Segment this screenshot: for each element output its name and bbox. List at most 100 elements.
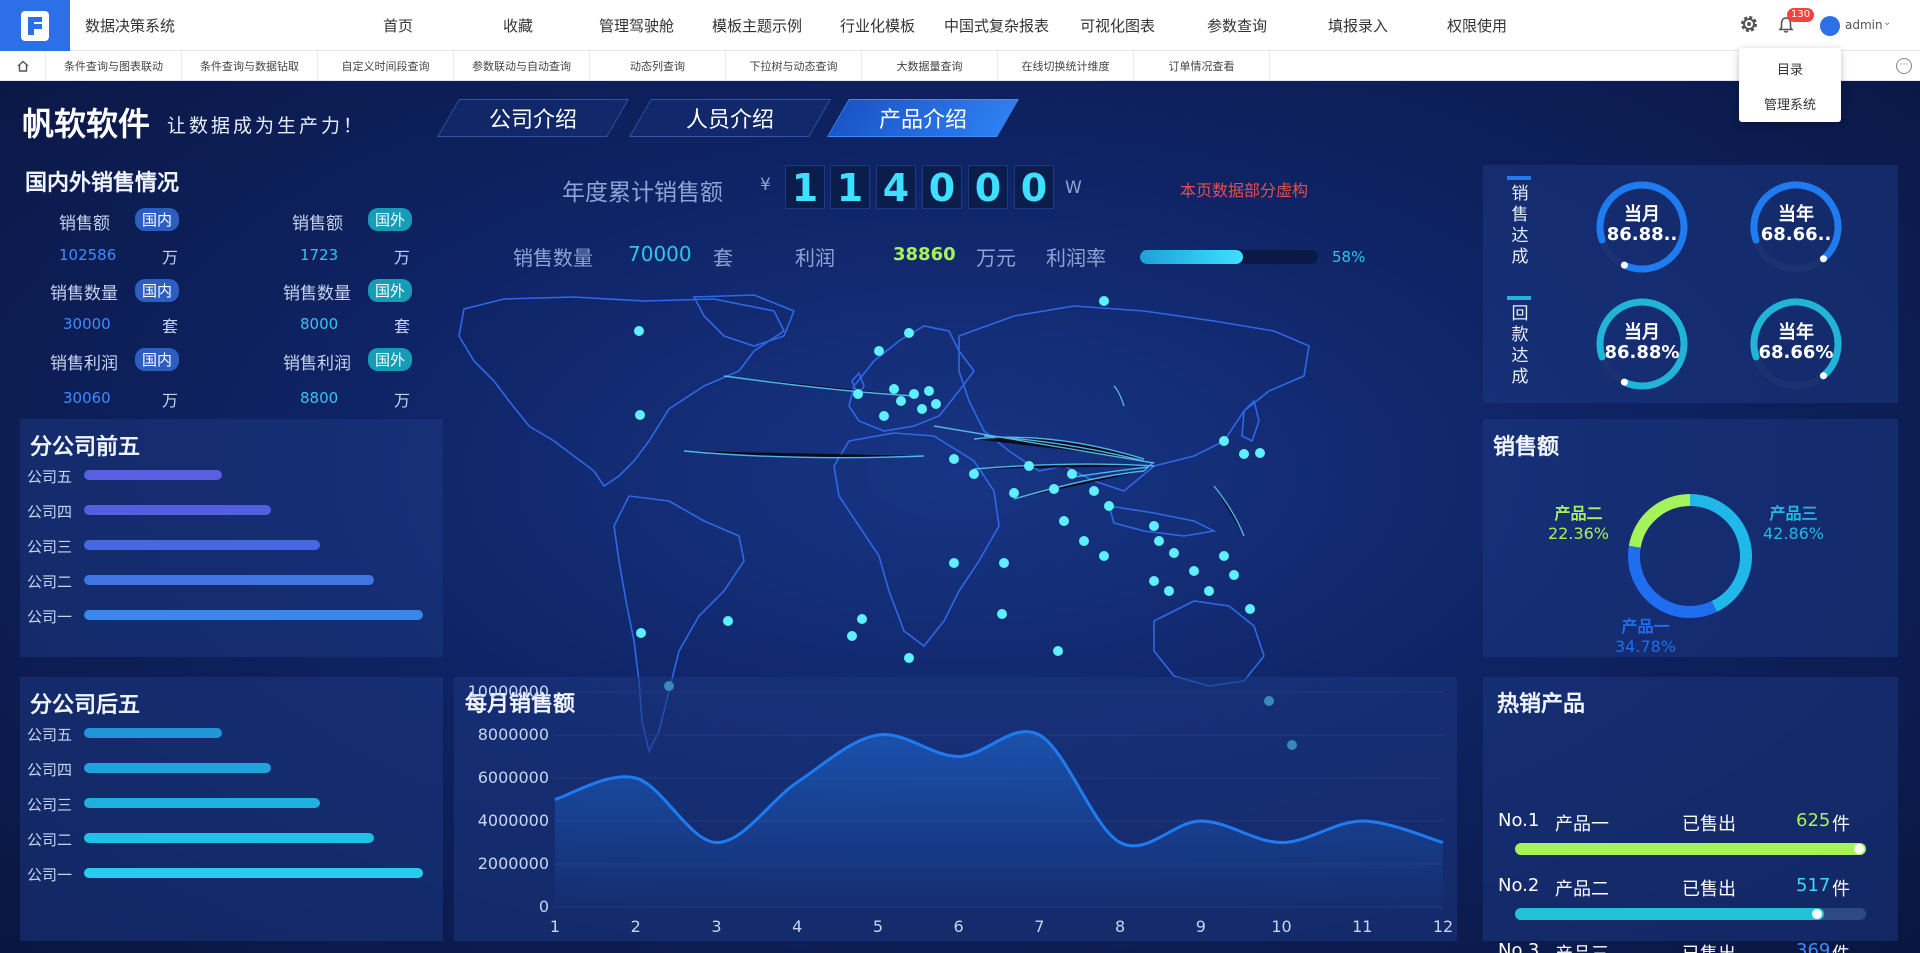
x-tick-label: 2 [631, 917, 641, 936]
nav-item-favorites[interactable]: 收藏 [503, 15, 533, 36]
chevron-down-icon[interactable]: ⌄ [1883, 17, 1891, 28]
ring-value: 68.66.. [1760, 224, 1832, 245]
nav-item-template-examples[interactable]: 模板主题示例 [712, 15, 802, 36]
annual-sales-digit: 4 [876, 165, 916, 210]
europe-outline [848, 325, 975, 432]
tab-parameter-linkage[interactable]: 参数联动与自动查询 [454, 51, 590, 81]
nav-item-parameter-query[interactable]: 参数查询 [1207, 15, 1267, 36]
top-five-rank-label: 公司一 [27, 608, 73, 626]
y-tick-label: 4000000 [478, 811, 549, 830]
city-marker [1099, 551, 1109, 561]
city-marker [1164, 586, 1174, 596]
nav-item-industry-templates[interactable]: 行业化模板 [840, 15, 915, 36]
ring-label: 当月 [1624, 322, 1660, 343]
nav-item-home[interactable]: 首页 [383, 15, 413, 36]
home-tab[interactable] [0, 51, 46, 81]
city-marker [635, 410, 645, 420]
slice-percent: 42.86% [1763, 524, 1825, 543]
sales-quantity-label: 销售数量 [50, 284, 118, 304]
top-five-rank-label: 公司四 [27, 503, 73, 521]
city-marker [931, 399, 941, 409]
x-tick-label: 11 [1352, 917, 1372, 936]
city-marker [909, 389, 919, 399]
flight-lines [683, 375, 1245, 537]
annual-sales-digit: 0 [922, 165, 962, 210]
tab-product-intro-label: 产品介绍 [878, 108, 967, 133]
nav-item-chinese-reports[interactable]: 中国式复杂报表 [944, 15, 1049, 36]
domestic-profit-unit: 万 [162, 391, 179, 410]
bottom-five-rank-label: 公司三 [27, 796, 73, 814]
tab-company-intro[interactable]: 公司介绍 [437, 99, 629, 137]
slice-name: 产品二 [1554, 504, 1603, 523]
abroad-tag: 国外 [368, 348, 413, 371]
payment-achievement-label: 回款达成 [1511, 304, 1529, 387]
top-five-rank-bar [84, 470, 222, 480]
tab-custom-period[interactable]: 自定义时间段查询 [318, 51, 454, 81]
nav-item-cockpit[interactable]: 管理驾驶舱 [599, 15, 674, 36]
user-avatar[interactable] [1820, 16, 1840, 36]
menu-item-admin-system[interactable]: 管理系统 [1739, 94, 1841, 113]
hot-product-unit: 件 [1832, 814, 1850, 835]
slice-name: 产品一 [1621, 617, 1670, 636]
gear-icon[interactable] [1739, 14, 1759, 34]
city-marker [1067, 469, 1077, 479]
sales-year-ring-text: 当年 68.66.. [1741, 205, 1851, 245]
monthly-sales-area [555, 731, 1443, 907]
city-marker [1009, 488, 1019, 498]
annual-sales-digit: 0 [968, 165, 1008, 210]
tab-dynamic-column[interactable]: 动态列查询 [590, 51, 726, 81]
logo-icon [21, 10, 49, 41]
city-marker [853, 389, 863, 399]
sales-summary-title: 国内外销售情况 [25, 171, 180, 196]
hot-product-sold-label: 已售出 [1682, 879, 1736, 900]
nav-item-permissions[interactable]: 权限使用 [1447, 15, 1507, 36]
bottom-five-rank-bar [84, 728, 222, 738]
bottom-five-rank-bar [84, 868, 423, 878]
x-tick-label: 3 [711, 917, 721, 936]
hot-product-bar-fill [1515, 843, 1866, 855]
abroad-tag: 国外 [368, 279, 413, 302]
ring-knob [1819, 372, 1827, 380]
y-tick-label: 0 [539, 897, 549, 916]
abroad-quantity-unit: 套 [394, 317, 411, 336]
more-tabs-icon[interactable]: ··· [1896, 58, 1912, 74]
city-marker [1089, 486, 1099, 496]
city-marker [634, 326, 644, 336]
city-marker [1049, 484, 1059, 494]
hot-product-bar-knob [1854, 844, 1864, 854]
abroad-sales-value: 1723 [300, 246, 339, 264]
tab-switch-dimension[interactable]: 在线切换统计维度 [998, 51, 1134, 81]
tab-condition-chart-linkage[interactable]: 条件查询与图表联动 [46, 51, 182, 81]
city-marker [904, 653, 914, 663]
abroad-tag: 国外 [368, 208, 413, 231]
sales-profit-label: 销售利润 [50, 354, 118, 374]
nav-item-data-entry[interactable]: 填报录入 [1328, 15, 1388, 36]
y-tick-label: 2000000 [478, 854, 549, 873]
payment-achievement-marker [1507, 296, 1531, 300]
ring-knob [1620, 378, 1628, 386]
hot-product-bar-fill [1515, 908, 1824, 920]
top-five-rank-label: 公司五 [27, 468, 73, 486]
tab-product-intro[interactable]: 产品介绍 [827, 99, 1019, 137]
tab-dropdown-tree[interactable]: 下拉树与动态查询 [726, 51, 862, 81]
hot-product-name: 产品三 [1555, 940, 1609, 953]
hot-product-rank: No.1 [1498, 810, 1540, 831]
app-logo[interactable] [0, 0, 70, 51]
city-marker [1255, 448, 1265, 458]
bottom-five-rank-bar [84, 798, 320, 808]
hot-product-name: 产品一 [1555, 814, 1609, 835]
tab-big-data[interactable]: 大数据量查询 [862, 51, 998, 81]
hot-product-count: 625 [1796, 810, 1831, 831]
tab-condition-drilldown[interactable]: 条件查询与数据钻取 [182, 51, 318, 81]
hot-products-title: 热销产品 [1497, 692, 1586, 717]
user-name[interactable]: admin [1845, 18, 1883, 32]
city-marker [1024, 461, 1034, 471]
menu-item-directory[interactable]: 目录 [1739, 59, 1841, 78]
app-title: 数据决策系统 [85, 17, 176, 35]
tab-staff-intro[interactable]: 人员介绍 [629, 99, 831, 137]
x-tick-label: 1 [550, 917, 560, 936]
x-tick-label: 5 [873, 917, 883, 936]
tab-order-status[interactable]: 订单情况查看 [1134, 51, 1270, 81]
bottom-five-rank-label: 公司四 [27, 761, 73, 779]
nav-item-visual-charts[interactable]: 可视化图表 [1080, 15, 1155, 36]
